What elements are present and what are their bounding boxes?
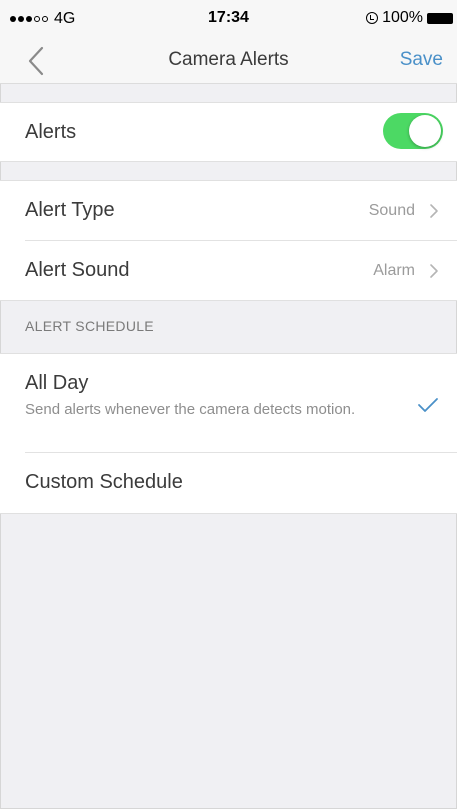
alerts-row: Alerts [25,103,457,161]
alert-schedule-header: ALERT SCHEDULE [25,318,154,334]
alerts-label: Alerts [25,121,77,143]
alert-settings-section: Alert Type Sound Alert Sound Alarm [0,180,457,301]
alerts-toggle[interactable] [383,113,443,149]
status-right: 100% [366,9,453,27]
all-day-description: Send alerts whenever the camera detects … [25,401,356,418]
alert-sound-row[interactable]: Alert Sound Alarm [25,241,457,300]
alert-sound-value: Alarm [373,262,415,279]
checkmark-icon [418,398,438,412]
status-bar: 4G 17:34 100% [0,0,457,38]
page-title: Camera Alerts [168,49,289,70]
alert-sound-label: Alert Sound [25,259,130,281]
navigation-bar: Camera Alerts Save [0,38,457,84]
battery-percent: 100% [382,9,423,26]
toggle-knob [409,115,441,147]
custom-schedule-label: Custom Schedule [25,471,183,493]
alert-type-value: Sound [368,202,415,219]
all-day-option[interactable]: All Day Send alerts whenever the camera … [25,354,457,453]
chevron-right-icon [430,264,438,278]
battery-icon [427,12,453,24]
rotation-lock-icon [366,12,379,24]
save-button[interactable]: Save [400,49,443,71]
schedule-section: All Day Send alerts whenever the camera … [0,353,457,514]
chevron-right-icon [430,204,438,218]
custom-schedule-option[interactable]: Custom Schedule [25,453,457,513]
alerts-section: Alerts [0,102,457,162]
alert-type-label: Alert Type [25,199,115,221]
alert-type-row[interactable]: Alert Type Sound [25,181,457,241]
all-day-title: All Day [25,372,89,394]
